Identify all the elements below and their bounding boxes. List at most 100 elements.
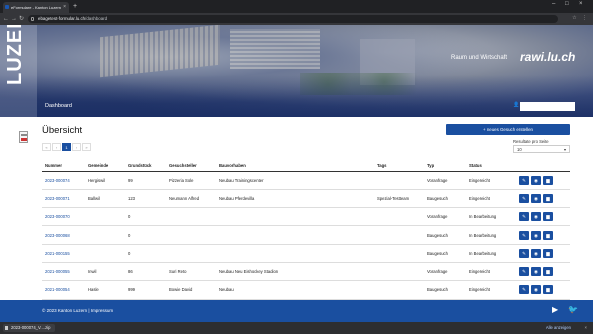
col-gesuchsteller[interactable]: Gesuchsteller — [166, 161, 216, 172]
edit-icon[interactable]: ✎ — [519, 248, 529, 258]
col-status[interactable]: Status — [466, 161, 516, 172]
col-bauvorhaben[interactable]: Bauvorhaben — [216, 161, 374, 172]
row-actions: ✎ ◉ ▆ — [516, 207, 570, 227]
edit-icon[interactable]: ✎ — [519, 175, 529, 185]
eye-icon[interactable]: ◉ — [531, 175, 541, 185]
maximize-button[interactable]: □ — [565, 1, 569, 7]
last-page-button[interactable]: » — [82, 143, 91, 151]
edit-icon[interactable]: ✎ — [519, 193, 529, 203]
row-actions: ✎ ◉ ▆ — [516, 280, 570, 300]
cell-typ: Baugesuch — [424, 280, 466, 300]
cell-nummer[interactable]: 2023-000071 — [42, 189, 85, 209]
close-download-bar-icon[interactable]: × — [585, 322, 587, 334]
tab-close-icon[interactable]: × — [63, 2, 66, 13]
trash-icon[interactable]: ▆ — [543, 175, 553, 185]
url-host: ebagetest-formular.lu.ch — [38, 16, 86, 21]
row-actions: ✎ ◉ ▆ — [516, 225, 570, 245]
results-per-page-select[interactable]: 10 ▾ — [513, 145, 570, 153]
forward-icon[interactable]: → — [11, 14, 17, 24]
cell-nummer[interactable]: 2021-000055 — [42, 262, 85, 282]
browser-tab-strip: eFormulare - Kanton Luzern × + – □ × — [0, 0, 593, 13]
trash-icon[interactable]: ▆ — [543, 193, 553, 203]
user-icon[interactable]: 👤 — [513, 103, 519, 108]
edit-icon[interactable]: ✎ — [519, 212, 529, 222]
url-path: /dashboard — [85, 16, 108, 21]
next-page-button[interactable]: › — [72, 143, 81, 151]
col-grundstueck[interactable]: Grundstück — [125, 161, 166, 172]
kanton-luzern-logo[interactable]: LUZERN — [4, 25, 27, 85]
new-tab-button[interactable]: + — [73, 2, 77, 11]
trash-icon[interactable]: ▆ — [543, 212, 553, 222]
table-row: 2023-000070 0 Voranfrage In Bearbeitung ✎ ◉ ▆ — [42, 207, 570, 227]
cell-nummer[interactable]: 2021-000054 — [42, 280, 85, 300]
impressum-link[interactable]: Impressum — [91, 308, 113, 313]
cell-status: Eingereicht — [466, 280, 516, 300]
back-icon[interactable]: ← — [3, 14, 9, 24]
table-row: 2023-000071 Ballwil 123 Neumann Alfred Neuba… — [42, 189, 570, 209]
cell-gemeinde: Hergiswil — [85, 171, 125, 190]
new-request-button[interactable]: + neues Gesuch erstellen — [446, 124, 570, 135]
footer-text: © 2023 Kanton Luzern | Impressum — [42, 308, 113, 313]
col-gemeinde[interactable]: Gemeinde — [85, 161, 125, 172]
minimize-button[interactable]: – — [552, 1, 555, 7]
cell-gemeinde — [85, 225, 125, 245]
banner-shade — [0, 75, 593, 117]
col-tags[interactable]: Tags — [374, 161, 424, 172]
col-typ[interactable]: Typ — [424, 161, 466, 172]
col-nummer[interactable]: Nummer — [42, 161, 85, 172]
rawi-brand[interactable]: Raum und Wirtschaft rawi.lu.ch — [451, 50, 575, 64]
row-actions: ✎ ◉ ▆ — [516, 171, 570, 190]
reload-icon[interactable]: ↻ — [19, 14, 24, 24]
trash-icon[interactable]: ▆ — [543, 248, 553, 258]
table-row: 2021-000055 Inwil 86 Suri Reto Neubau Neu Ei… — [42, 262, 570, 282]
cell-grundstueck: 0 — [125, 207, 166, 227]
results-per-page-label: Resultate pro Seite — [513, 139, 549, 144]
cell-nummer[interactable]: 2023-000074 — [42, 171, 85, 190]
edit-icon[interactable]: ✎ — [519, 230, 529, 240]
edit-icon[interactable]: ✎ — [519, 285, 529, 295]
show-all-downloads-link[interactable]: Alle anzeigen — [546, 322, 571, 334]
eye-icon[interactable]: ◉ — [531, 267, 541, 277]
banner-photo — [100, 25, 220, 78]
url-field[interactable]: ebagetest-formular.lu.ch/dashboard — [28, 15, 558, 23]
browser-tab[interactable]: eFormulare - Kanton Luzern × — [3, 2, 69, 13]
file-icon — [5, 326, 8, 330]
cell-bauvorhaben: Neubau Trainingscenter — [216, 171, 374, 190]
cell-status: In Bearbeitung — [466, 225, 516, 245]
cell-nummer[interactable]: 2023-000068 — [42, 225, 85, 245]
download-filename: 2023-000074_V....zip — [11, 325, 51, 330]
youtube-icon[interactable]: ▶ — [552, 305, 562, 314]
eye-icon[interactable]: ◉ — [531, 230, 541, 240]
cell-gemeinde: Inwil — [85, 262, 125, 282]
cell-bauvorhaben: Neubau — [216, 280, 374, 300]
cell-typ: Baugesuch — [424, 244, 466, 263]
first-page-button[interactable]: « — [42, 143, 51, 151]
eye-icon[interactable]: ◉ — [531, 212, 541, 222]
twitter-icon[interactable]: 🐦 — [568, 305, 582, 314]
trash-icon[interactable]: ▆ — [543, 230, 553, 240]
new-request-label: neues Gesuch erstellen — [486, 127, 533, 132]
cell-status: Eingereicht — [466, 189, 516, 209]
cell-gemeinde — [85, 207, 125, 227]
page-1-button[interactable]: 1 — [62, 143, 71, 151]
user-name[interactable] — [520, 102, 575, 111]
cell-nummer[interactable]: 2021-000155 — [42, 244, 85, 263]
trash-icon[interactable]: ▆ — [543, 267, 553, 277]
close-window-button[interactable]: × — [579, 1, 583, 7]
trash-icon[interactable]: ▆ — [543, 285, 553, 295]
prev-page-button[interactable]: ‹ — [52, 143, 61, 151]
edit-icon[interactable]: ✎ — [519, 267, 529, 277]
download-item[interactable]: 2023-000074_V....zip — [3, 324, 55, 332]
cell-nummer[interactable]: 2023-000070 — [42, 207, 85, 227]
cell-grundstueck: 123 — [125, 189, 166, 209]
cell-typ: Baugesuch — [424, 189, 466, 209]
browser-menu-icon[interactable]: ☆ ⋮ — [572, 15, 589, 21]
eye-icon[interactable]: ◉ — [531, 285, 541, 295]
brand-subtitle: Raum und Wirtschaft — [451, 55, 508, 61]
cell-status: Eingereicht — [466, 262, 516, 282]
eye-icon[interactable]: ◉ — [531, 193, 541, 203]
eye-icon[interactable]: ◉ — [531, 248, 541, 258]
results-per-page-value: 10 — [517, 147, 522, 152]
cell-grundstueck: 0 — [125, 225, 166, 245]
kanton-seal-icon — [19, 131, 28, 143]
